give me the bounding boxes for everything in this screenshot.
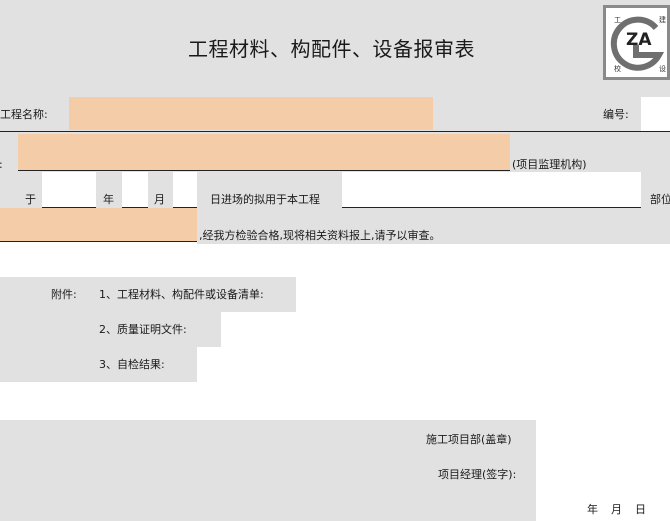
to-label: 致: <box>0 158 3 172</box>
project-name-label: 工程名称: <box>0 108 48 121</box>
spacer-white <box>0 382 670 420</box>
header-divider <box>0 131 670 132</box>
attachment-item-2: 2、质量证明文件: <box>99 323 187 336</box>
number-label: 编号: <box>603 108 629 121</box>
material-name-field[interactable] <box>0 208 197 242</box>
attachment-white-2 <box>221 312 670 347</box>
bottom-right-white <box>536 420 670 521</box>
supervisor-org-label: (项目监理机构) <box>512 158 587 171</box>
project-name-field[interactable] <box>69 97 433 130</box>
entry-year-field[interactable] <box>122 172 148 208</box>
date-month-label: 月 <box>611 503 622 516</box>
logo-char-top-left: 工 <box>614 16 621 24</box>
attachment-white-1 <box>296 277 670 312</box>
date-year-label: 年 <box>587 503 598 516</box>
logo-char-bottom-left: 校 <box>614 65 621 73</box>
entry-month-field[interactable] <box>173 172 197 208</box>
number-value-field[interactable] <box>641 97 670 131</box>
construction-dept-label: 施工项目部(盖章) <box>426 433 512 446</box>
inspection-text: ,经我方检验合格,现将相关资料报上,请予以审查。 <box>199 229 441 242</box>
date-day-label: 日 <box>635 503 646 516</box>
project-manager-label: 项目经理(签字): <box>438 468 517 481</box>
logo-char-bottom-right: 设 <box>659 65 666 73</box>
attachment-label: 附件: <box>51 288 77 301</box>
gap-white <box>0 244 670 277</box>
location-label: 部位 <box>650 193 670 206</box>
logo-letters: ZA <box>626 30 652 50</box>
supervisor-field[interactable] <box>18 134 510 171</box>
entry-day-field[interactable] <box>42 172 96 208</box>
year-label: 年 <box>103 193 114 206</box>
logo-char-top-right: 建 <box>659 16 666 24</box>
usage-location-field[interactable] <box>342 172 641 208</box>
attachment-item-3: 3、自检结果: <box>99 358 165 371</box>
page-title: 工程材料、构配件、设备报审表 <box>188 37 475 61</box>
month-label: 月 <box>154 193 165 206</box>
entry-text: 日进场的拟用于本工程 <box>210 193 320 206</box>
at-label-overlay: 于 <box>25 193 36 206</box>
attachment-item-1: 1、工程材料、构配件或设备清单: <box>99 288 264 301</box>
company-logo: ZA 工 建 校 设 <box>603 5 670 80</box>
attachment-white-3 <box>197 347 670 382</box>
